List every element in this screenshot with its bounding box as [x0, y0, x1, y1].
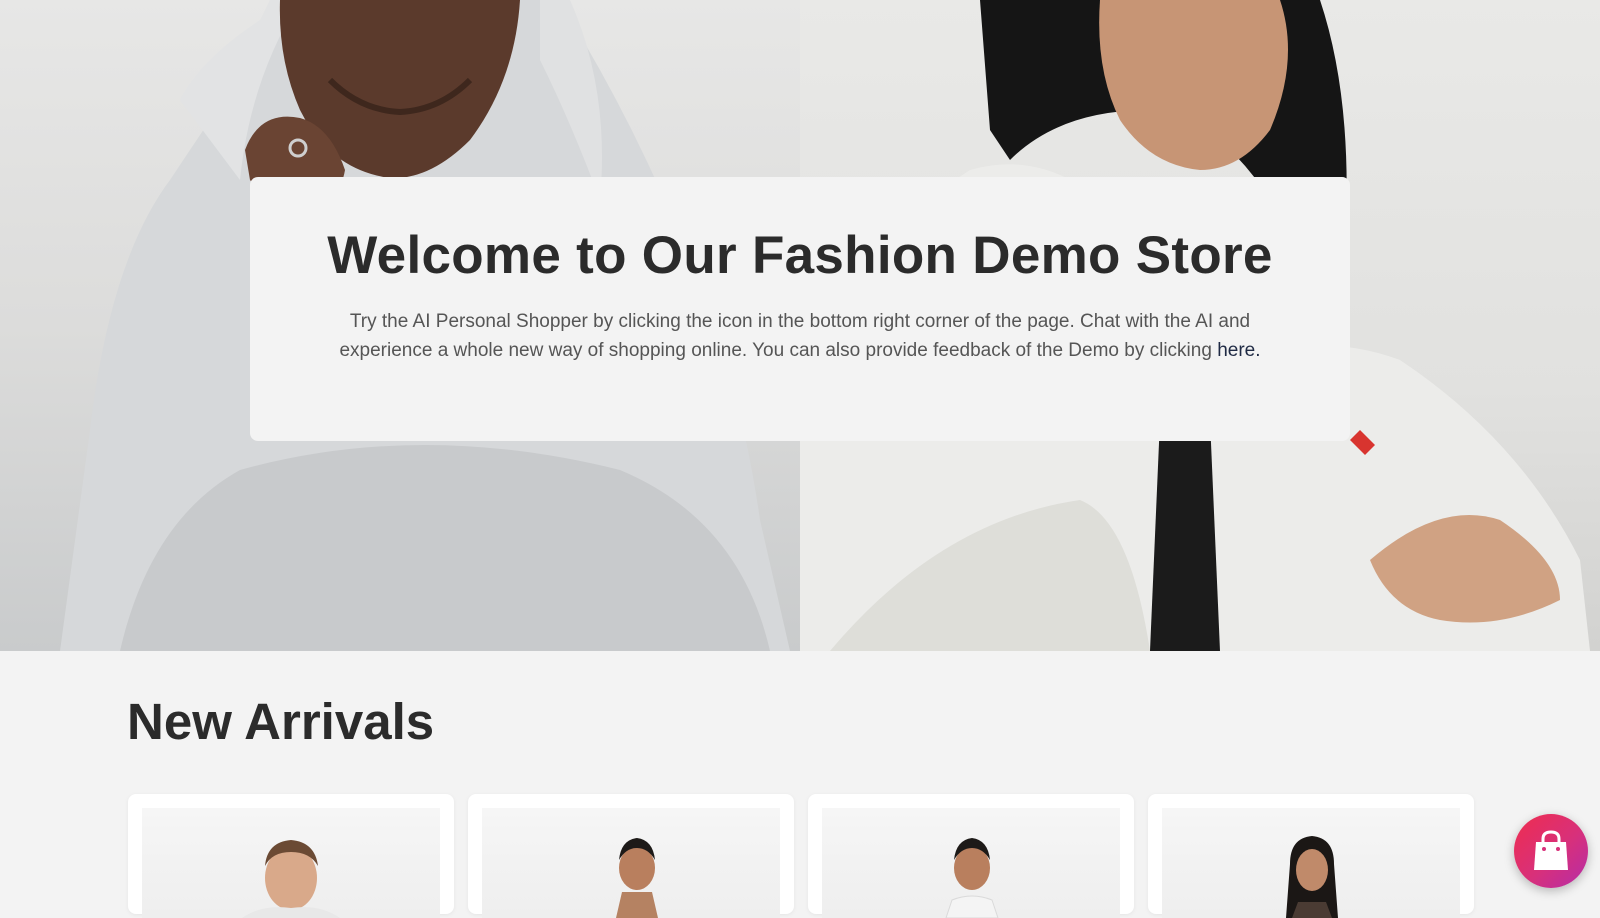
feedback-link[interactable]: here.: [1217, 340, 1260, 361]
welcome-description: Try the AI Personal Shopper by clicking …: [305, 307, 1295, 365]
welcome-card: Welcome to Our Fashion Demo Store Try th…: [250, 177, 1350, 441]
product-card[interactable]: [468, 794, 794, 918]
welcome-description-text: Try the AI Personal Shopper by clicking …: [339, 311, 1251, 362]
product-card[interactable]: [1148, 794, 1474, 918]
product-card[interactable]: [128, 794, 454, 918]
hero-banner: Welcome to Our Fashion Demo Store Try th…: [0, 0, 1600, 651]
product-card[interactable]: [808, 794, 1134, 918]
product-image-woman-in-top[interactable]: [482, 808, 780, 918]
welcome-title: Welcome to Our Fashion Demo Store: [327, 226, 1273, 285]
new-arrivals-title: New Arrivals: [127, 693, 435, 750]
shopping-bag-icon: [1534, 830, 1568, 870]
product-image-woman-in-white-tee[interactable]: [822, 808, 1120, 918]
product-image-man-in-white-tshirt[interactable]: [142, 808, 440, 918]
product-image-woman-in-dark-top[interactable]: [1162, 808, 1460, 918]
ai-personal-shopper-button[interactable]: [1514, 814, 1588, 888]
